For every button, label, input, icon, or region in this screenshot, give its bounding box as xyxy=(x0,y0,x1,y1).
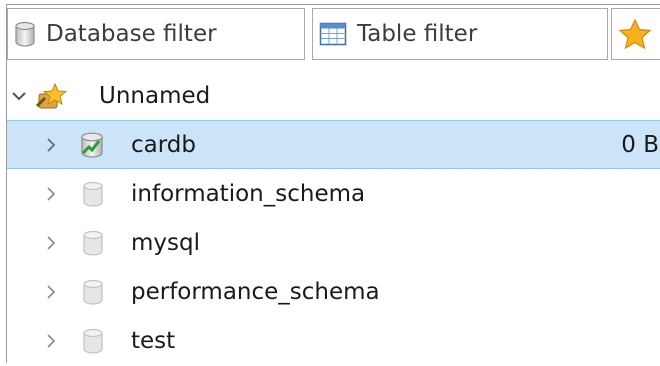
chevron-right-icon[interactable] xyxy=(43,282,59,302)
tree-item-label: performance_schema xyxy=(131,278,380,305)
database-tree-panel: Database filter Table filter Unnamed car… xyxy=(6,4,660,363)
database-active-icon xyxy=(79,131,105,159)
tree-database-row-cardb[interactable]: cardb 0 B xyxy=(7,120,660,169)
database-icon xyxy=(14,21,36,47)
table-icon xyxy=(319,21,347,47)
chevron-right-icon[interactable] xyxy=(43,135,59,155)
table-filter-placeholder: Table filter xyxy=(357,21,478,47)
tree-database-row-information-schema[interactable]: information_schema xyxy=(7,169,660,218)
database-icon xyxy=(81,229,105,257)
tree-item-label: information_schema xyxy=(131,180,366,207)
star-icon xyxy=(618,18,652,50)
tree-item-label: cardb xyxy=(131,131,196,158)
database-icon xyxy=(81,278,105,306)
database-icon xyxy=(81,327,105,355)
database-tree: Unnamed cardb 0 B information_schema mys… xyxy=(7,71,660,363)
database-icon xyxy=(81,180,105,208)
table-filter-field[interactable]: Table filter xyxy=(312,8,608,60)
favorites-button[interactable] xyxy=(611,8,660,60)
tree-session-row[interactable]: Unnamed xyxy=(7,71,660,120)
chevron-right-icon[interactable] xyxy=(43,331,59,351)
session-label: Unnamed xyxy=(99,82,211,109)
chevron-right-icon[interactable] xyxy=(43,184,59,204)
chevron-down-icon[interactable] xyxy=(11,86,27,106)
tree-database-row-performance-schema[interactable]: performance_schema xyxy=(7,267,660,316)
database-size: 0 B xyxy=(621,131,659,158)
chevron-right-icon[interactable] xyxy=(43,233,59,253)
filter-bar: Database filter Table filter xyxy=(7,5,660,63)
tree-item-label: test xyxy=(131,327,176,354)
tree-item-label: mysql xyxy=(131,229,200,256)
database-filter-field[interactable]: Database filter xyxy=(7,8,305,60)
tree-database-row-test[interactable]: test xyxy=(7,316,660,363)
tree-database-row-mysql[interactable]: mysql xyxy=(7,218,660,267)
database-filter-placeholder: Database filter xyxy=(46,21,217,47)
session-icon xyxy=(35,80,69,112)
